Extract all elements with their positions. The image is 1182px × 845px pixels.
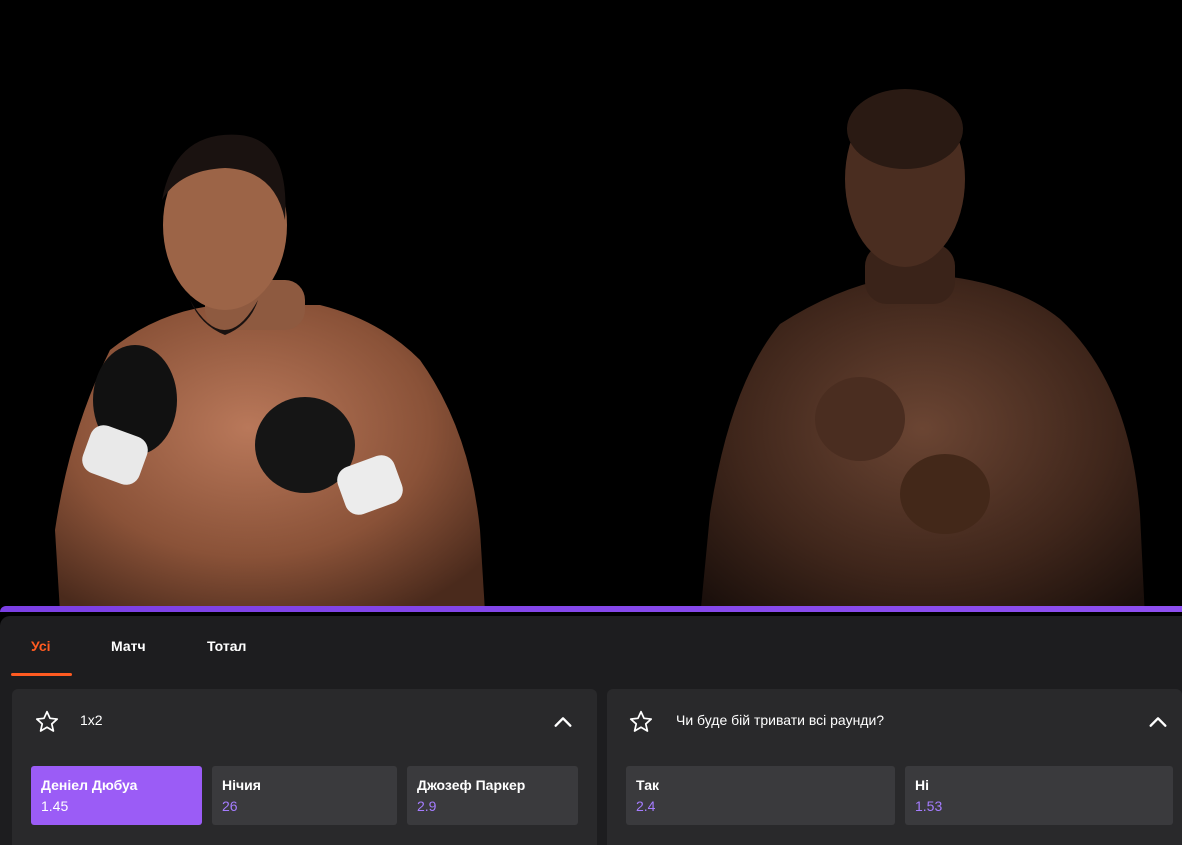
- markets-panel: Усі Матч Тотал 1x2 Деніел Дюбуа 1.45 Ніч…: [0, 616, 1182, 845]
- odd-outcome-label: Нічия: [222, 777, 261, 793]
- odd-value: 2.4: [636, 798, 656, 814]
- market-all-rounds: Чи буде бій тривати всі раунди? Так 2.4 …: [607, 689, 1182, 845]
- market-header: Чи буде бій тривати всі раунди?: [607, 689, 1182, 753]
- hero-accent-bar: [0, 606, 1182, 612]
- market-1x2: 1x2 Деніел Дюбуа 1.45 Нічия 26 Джозеф Па…: [12, 689, 597, 845]
- odd-value: 1.45: [41, 798, 69, 814]
- star-icon[interactable]: [628, 709, 654, 735]
- odd-value: 26: [222, 798, 238, 814]
- odd-value: 2.9: [417, 798, 437, 814]
- odd-outcome-label: Деніел Дюбуа: [41, 777, 138, 793]
- market-title: Чи буде бій тривати всі раунди?: [676, 712, 885, 728]
- star-icon[interactable]: [34, 709, 60, 735]
- odd-outcome-label: Так: [636, 777, 659, 793]
- odd-button-parker[interactable]: Джозеф Паркер 2.9: [407, 766, 578, 825]
- chevron-up-icon[interactable]: [1147, 711, 1169, 733]
- market-title: 1x2: [80, 712, 103, 728]
- odd-value: 1.53: [915, 798, 943, 814]
- tab-total[interactable]: Тотал: [207, 638, 246, 654]
- tab-all[interactable]: Усі: [31, 638, 51, 654]
- fighter-left-image: [55, 134, 485, 612]
- odd-outcome-label: Ні: [915, 777, 929, 793]
- chevron-up-icon[interactable]: [552, 711, 574, 733]
- tab-match[interactable]: Матч: [111, 638, 146, 654]
- event-hero: [0, 0, 1182, 612]
- market-tabs: Усі Матч Тотал: [0, 616, 400, 680]
- odd-button-yes[interactable]: Так 2.4: [626, 766, 895, 825]
- odd-outcome-label: Джозеф Паркер: [417, 777, 526, 793]
- odd-button-draw[interactable]: Нічия 26: [212, 766, 397, 825]
- odd-button-no[interactable]: Ні 1.53: [905, 766, 1173, 825]
- active-tab-indicator: [11, 673, 72, 676]
- market-header: 1x2: [12, 689, 597, 753]
- fighter-right-image: [700, 89, 1145, 612]
- odd-button-dubois[interactable]: Деніел Дюбуа 1.45: [31, 766, 202, 825]
